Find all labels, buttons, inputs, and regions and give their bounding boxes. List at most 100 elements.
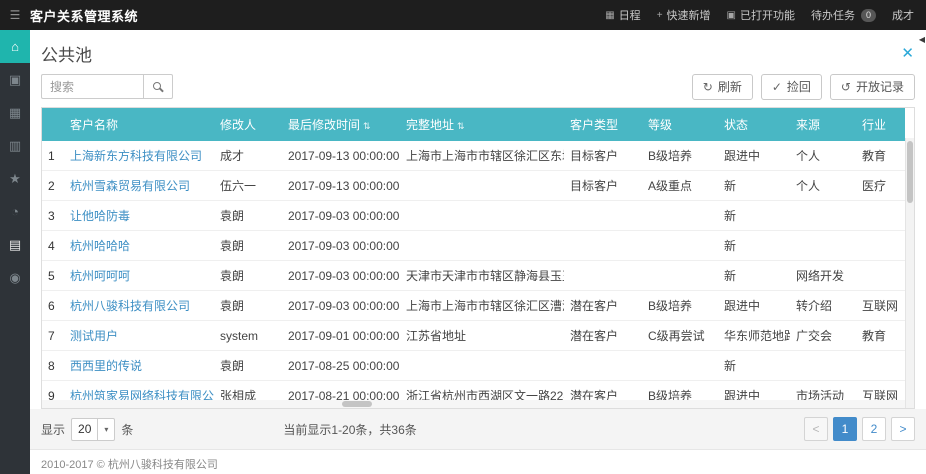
column-header-modifier[interactable]: 修改人: [214, 108, 282, 141]
customer-name-link[interactable]: 杭州八骏科技有限公司: [70, 299, 190, 313]
customer-name-cell: 西西里的传说: [64, 351, 214, 381]
prev-page-button[interactable]: <: [804, 417, 828, 441]
cell: [400, 201, 564, 231]
sidebar-item-orders[interactable]: ▥: [0, 129, 30, 162]
cell: [564, 261, 642, 291]
cell: 新: [718, 351, 790, 381]
star-icon: ★: [9, 171, 21, 187]
next-page-button[interactable]: >: [891, 417, 915, 441]
pick-back-label: 捡回: [787, 78, 811, 95]
cell: 2017-09-13 00:00:00: [282, 171, 400, 201]
page-size-unit: 条: [121, 421, 133, 438]
column-header-status[interactable]: 状态: [718, 108, 790, 141]
cell: [642, 261, 718, 291]
topbar-item-label: 日程: [619, 7, 641, 23]
customer-name-cell: 杭州呵呵呵: [64, 261, 214, 291]
row-number: 4: [42, 231, 64, 261]
cell: [790, 231, 856, 261]
horizontal-scrollbar-thumb[interactable]: [342, 401, 372, 407]
topbar: ☰ 客户关系管理系统 ▦日程 +快速新增 ▣已打开功能待办任务0 成才: [0, 0, 926, 30]
customer-name-cell: 测试用户: [64, 321, 214, 351]
clock-icon: ◔: [11, 204, 19, 219]
app-title: 客户关系管理系统: [30, 6, 138, 25]
cell: 目标客户: [564, 141, 642, 171]
topbar-item-label: 已打开功能: [740, 7, 795, 23]
cell: 个人: [790, 141, 856, 171]
list-icon: ▤: [9, 237, 21, 253]
topbar-item-todo-tasks[interactable]: 待办任务0: [811, 7, 876, 23]
cell: [856, 261, 905, 291]
cell: 2017-09-03 00:00:00: [282, 201, 400, 231]
row-number: 7: [42, 321, 64, 351]
customer-name-link[interactable]: 上海新东方科技有限公司: [70, 149, 202, 163]
vertical-scrollbar-thumb[interactable]: [907, 141, 913, 203]
refresh-button[interactable]: ↻刷新: [692, 74, 753, 100]
customer-name-link[interactable]: 杭州呵呵呵: [70, 269, 130, 283]
topbar-item-opened-features[interactable]: ▣已打开功能: [727, 7, 795, 23]
customer-name-link[interactable]: 让他哈防毒: [70, 209, 130, 223]
cell: 成才: [214, 141, 282, 171]
cell: [642, 201, 718, 231]
close-icon[interactable]: ✕: [901, 44, 914, 62]
cell: 上海市上海市市辖区徐汇区东城路13号: [400, 141, 564, 171]
sidebar-item-pool[interactable]: ▤: [0, 228, 30, 261]
column-header-customer-type[interactable]: 客户类型: [564, 108, 642, 141]
sidebar-item-home[interactable]: ⌂: [0, 30, 30, 63]
pick-back-button[interactable]: ✓捡回: [761, 74, 822, 100]
topbar-item-schedule[interactable]: ▦日程: [605, 7, 640, 23]
topbar-item-quick-add[interactable]: +快速新增: [657, 7, 711, 23]
page-size-select[interactable]: 20 ▾: [71, 418, 115, 441]
cell: 潜在客户: [564, 321, 642, 351]
customer-name-link[interactable]: 测试用户: [70, 329, 118, 343]
hamburger-icon[interactable]: ☰: [0, 8, 30, 22]
sidebar-item-calendar[interactable]: ▦: [0, 96, 30, 129]
table-row: 3让他哈防毒袁朗2017-09-03 00:00:00新: [42, 201, 905, 231]
open-records-label: 开放记录: [856, 78, 904, 95]
customer-name-link[interactable]: 杭州雪森贸易有限公司: [70, 179, 190, 193]
search-input[interactable]: [41, 74, 143, 99]
sidebar-item-dashboard[interactable]: ▣: [0, 63, 30, 96]
industry-header-label: 行业: [862, 118, 886, 132]
customer-name-link[interactable]: 西西里的传说: [70, 359, 142, 373]
cell: 转介绍: [790, 291, 856, 321]
row-number: 8: [42, 351, 64, 381]
customer-name-link[interactable]: 杭州哈哈哈: [70, 239, 130, 253]
cell: 2017-08-25 00:00:00: [282, 351, 400, 381]
main-content: ◀ 公共池 ✕ ↻刷新✓捡回↺开放记录 客户名称修改人最后修改时间⇅完整地址⇅客…: [30, 30, 926, 474]
topbar-item-user[interactable]: 成才: [892, 7, 914, 23]
table-body: 1 上海新东方科技有限公司成才2017-09-13 00:00:00上海市上海市市…: [42, 141, 905, 408]
page-button-2[interactable]: 2: [862, 417, 886, 441]
cell: 个人: [790, 171, 856, 201]
row-number: 1: [42, 141, 64, 171]
home-icon: ⌂: [11, 39, 19, 54]
sidebar-item-customers[interactable]: ◉: [0, 261, 30, 294]
cell: 天津市天津市市辖区静海县玉玉你故意: [400, 261, 564, 291]
horizontal-scrollbar[interactable]: [42, 400, 905, 408]
cell: 互联网: [856, 291, 905, 321]
vertical-scrollbar[interactable]: [905, 138, 914, 408]
cell: 跟进中: [718, 291, 790, 321]
refresh-icon: ↻: [703, 80, 713, 94]
column-header-modified-time[interactable]: 最后修改时间⇅: [282, 108, 400, 141]
column-header-address[interactable]: 完整地址⇅: [400, 108, 564, 141]
topbar-right: ▦日程 +快速新增 ▣已打开功能待办任务0 成才: [605, 7, 926, 23]
column-header-industry[interactable]: 行业: [856, 108, 905, 141]
open-records-button[interactable]: ↺开放记录: [830, 74, 915, 100]
table-scroll-area: 客户名称修改人最后修改时间⇅完整地址⇅客户类型等级状态来源 行业 1 上海新东方科技…: [42, 108, 905, 408]
cell: [642, 351, 718, 381]
search-button[interactable]: [143, 74, 173, 99]
toolbar: ↻刷新 ✓捡回 ↺开放记录: [30, 66, 926, 107]
cell: 袁朗: [214, 351, 282, 381]
sidebar-item-tools[interactable]: ★: [0, 162, 30, 195]
page-button-1[interactable]: 1: [833, 417, 857, 441]
source-header-label: 来源: [796, 118, 820, 132]
sidebar-item-history[interactable]: ◔: [0, 195, 30, 228]
column-header-level[interactable]: 等级: [642, 108, 718, 141]
toolbar-buttons: ↻刷新 ✓捡回 ↺开放记录: [692, 74, 915, 100]
cell: 新: [718, 261, 790, 291]
column-header-source[interactable]: 来源: [790, 108, 856, 141]
column-header-name[interactable]: 客户名称: [64, 108, 214, 141]
collapse-left-icon[interactable]: ◀: [919, 35, 925, 44]
table-header-row: 客户名称修改人最后修改时间⇅完整地址⇅客户类型等级状态来源 行业: [42, 108, 905, 141]
cell: C级再尝试: [642, 321, 718, 351]
